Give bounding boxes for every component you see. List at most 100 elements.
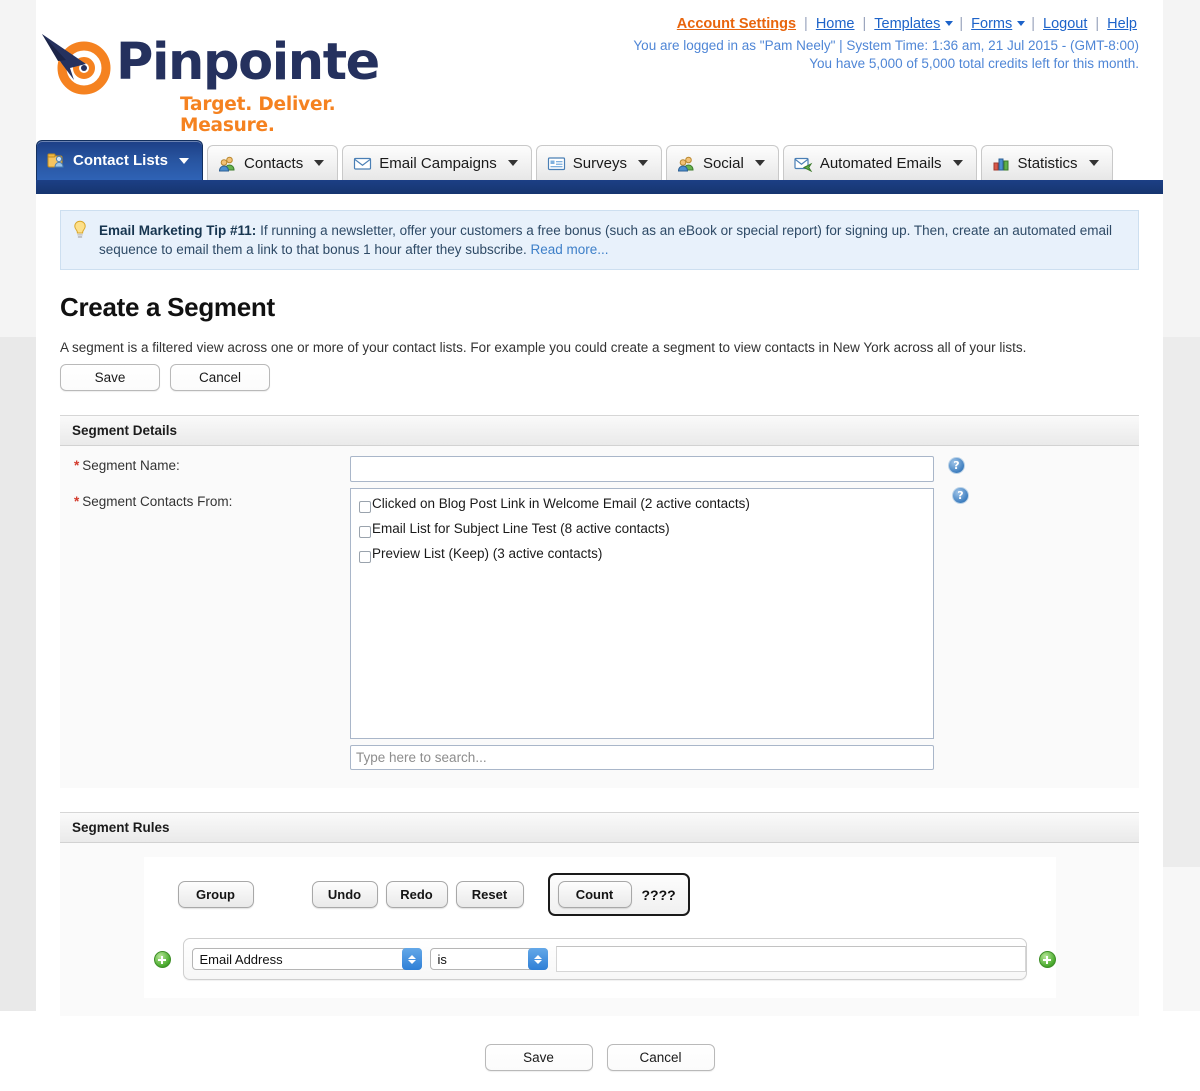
envelope-icon: [354, 157, 372, 170]
list-item[interactable]: Preview List (Keep) (3 active contacts): [351, 545, 933, 570]
tab-email-campaigns[interactable]: Email Campaigns: [342, 145, 532, 180]
social-people-icon: [677, 156, 694, 171]
chevron-down-icon[interactable]: [754, 160, 765, 166]
cancel-button-top[interactable]: Cancel: [170, 364, 270, 391]
stepper-icon[interactable]: [401, 948, 422, 970]
add-circle-icon-right[interactable]: [1038, 950, 1056, 968]
rule-value-input[interactable]: [555, 946, 1026, 972]
logo-tagline: Target. Deliver. Measure.: [180, 94, 336, 136]
chevron-down-icon[interactable]: [1017, 21, 1026, 26]
logout-link[interactable]: Logout: [1043, 16, 1087, 32]
segment-contacts-from-label: * Segment Contacts From:: [60, 482, 350, 509]
rule-operator-value: is: [437, 951, 447, 967]
chevron-down-icon: [407, 959, 416, 964]
contact-lists-search-input[interactable]: [350, 745, 934, 770]
logo-wordmark: Pinpointe: [116, 33, 380, 92]
checkbox-unchecked-icon[interactable]: [359, 526, 371, 538]
tab-automated-emails[interactable]: Automated Emails: [782, 145, 977, 180]
segment-name-field-wrap: ?: [350, 446, 1139, 482]
count-button[interactable]: Count: [557, 881, 632, 908]
right-gutter-lower: [1163, 337, 1200, 867]
checkbox-unchecked-icon[interactable]: [359, 501, 371, 513]
redo-button[interactable]: Redo: [385, 881, 448, 908]
tab-label: Automated Emails: [819, 154, 942, 172]
segment-contacts-from-row: * Segment Contacts From: Clicked on Blog …: [60, 482, 1139, 770]
login-status-line: You are logged in as "Pam Neely" | Syste…: [633, 38, 1139, 53]
tab-contacts[interactable]: Contacts: [207, 145, 339, 180]
email-marketing-tip: Email Marketing Tip #11: If running a ne…: [60, 210, 1139, 270]
tip-read-more-link[interactable]: Read more...: [531, 242, 609, 257]
segment-name-input[interactable]: [350, 456, 934, 482]
cancel-button-bottom[interactable]: Cancel: [606, 1044, 715, 1071]
segment-name-label-text: Segment Name:: [82, 458, 180, 473]
survey-form-icon: [547, 156, 565, 170]
save-button-bottom[interactable]: Save: [484, 1044, 593, 1071]
checkbox-unchecked-icon[interactable]: [359, 551, 371, 563]
tab-list: Contact Lists Contacts Email Campaigns S…: [36, 140, 1117, 180]
help-question-icon[interactable]: ?: [948, 457, 965, 474]
segment-rules-header: Segment Rules: [60, 813, 1139, 843]
segment-name-row: * Segment Name: ?: [60, 446, 1139, 482]
chevron-down-icon[interactable]: [952, 160, 963, 166]
tab-label: Email Campaigns: [379, 154, 497, 172]
page-container: Pinpointe Target. Deliver. Measure. Acco…: [36, 0, 1163, 1071]
chevron-down-icon[interactable]: [637, 160, 648, 166]
undo-button[interactable]: Undo: [311, 881, 378, 908]
rule-operator-select[interactable]: is: [429, 948, 548, 970]
lightbulb-icon: [74, 220, 86, 238]
nav-separator: |: [862, 16, 867, 32]
contact-lists-listbox[interactable]: Clicked on Blog Post Link in Welcome Ema…: [350, 488, 934, 739]
reset-button[interactable]: Reset: [455, 881, 524, 908]
top-action-buttons: Save Cancel: [60, 364, 1139, 391]
help-link[interactable]: Help: [1107, 16, 1137, 32]
rules-builder: Group Undo Redo Reset Count ???? Email A…: [143, 857, 1056, 998]
bar-chart-icon: [993, 158, 1009, 170]
page-title: Create a Segment: [60, 292, 275, 322]
utility-nav: Account Settings | Home | Templates | Forms | Lo…: [633, 16, 1139, 71]
segment-details-panel: Segment Details * Segment Name: ? * Segmen…: [60, 415, 1139, 788]
contact-lists-field-wrap: Clicked on Blog Post Link in Welcome Ema…: [350, 482, 1139, 770]
chevron-down-icon[interactable]: [314, 160, 325, 166]
list-item-label: Clicked on Blog Post Link in Welcome Ema…: [372, 496, 750, 511]
rules-toolbar: Group Undo Redo Reset Count ????: [144, 873, 1056, 916]
group-button[interactable]: Group: [177, 881, 254, 908]
list-item[interactable]: Clicked on Blog Post Link in Welcome Ema…: [351, 495, 933, 520]
templates-link[interactable]: Templates: [874, 16, 940, 32]
segment-rules-body: Group Undo Redo Reset Count ???? Email A…: [60, 843, 1139, 1016]
contact-lists-icon: [47, 153, 64, 168]
rule-field-select[interactable]: Email Address: [191, 948, 422, 970]
help-question-icon[interactable]: ?: [952, 487, 969, 504]
pinpointe-logo[interactable]: Pinpointe Target. Deliver. Measure.: [40, 28, 380, 136]
tab-label: Surveys: [572, 154, 627, 172]
tab-contact-lists[interactable]: Contact Lists: [36, 140, 204, 180]
tab-social[interactable]: Social: [665, 145, 779, 180]
right-gutter-footer: [1163, 867, 1200, 1011]
chevron-down-icon: [533, 959, 542, 964]
automated-email-icon: [794, 157, 813, 172]
main-content: Create a Segment A segment is a filtered…: [36, 292, 1163, 1091]
chevron-down-icon[interactable]: [1088, 160, 1099, 166]
forms-link[interactable]: Forms: [971, 16, 1012, 32]
save-button-top[interactable]: Save: [60, 364, 160, 391]
account-settings-link[interactable]: Account Settings: [677, 16, 796, 32]
segment-rules-panel: Segment Rules Group Undo Redo Reset Coun…: [60, 812, 1139, 1016]
stepper-icon[interactable]: [527, 948, 548, 970]
chevron-up-icon: [407, 954, 416, 959]
segment-contacts-from-label-text: Segment Contacts From:: [82, 494, 233, 509]
rule-field-value: Email Address: [199, 951, 283, 967]
list-item[interactable]: Email List for Subject Line Test (8 acti…: [351, 520, 933, 545]
chevron-up-icon: [533, 954, 542, 959]
rule-condition: Email Address is: [182, 938, 1027, 980]
chevron-down-icon[interactable]: [179, 157, 190, 164]
chevron-down-icon[interactable]: [945, 21, 954, 26]
tab-statistics[interactable]: Statistics: [980, 145, 1113, 180]
add-circle-icon-left[interactable]: [153, 950, 171, 968]
rule-row: Email Address is: [144, 938, 1056, 980]
credits-line: You have 5,000 of 5,000 total credits le…: [809, 56, 1139, 71]
tab-surveys[interactable]: Surveys: [535, 145, 662, 180]
nav-separator: |: [804, 16, 808, 32]
nav-separator: |: [1095, 16, 1100, 32]
chevron-down-icon[interactable]: [507, 160, 518, 166]
contacts-icon: [219, 156, 235, 171]
home-link[interactable]: Home: [816, 16, 855, 32]
